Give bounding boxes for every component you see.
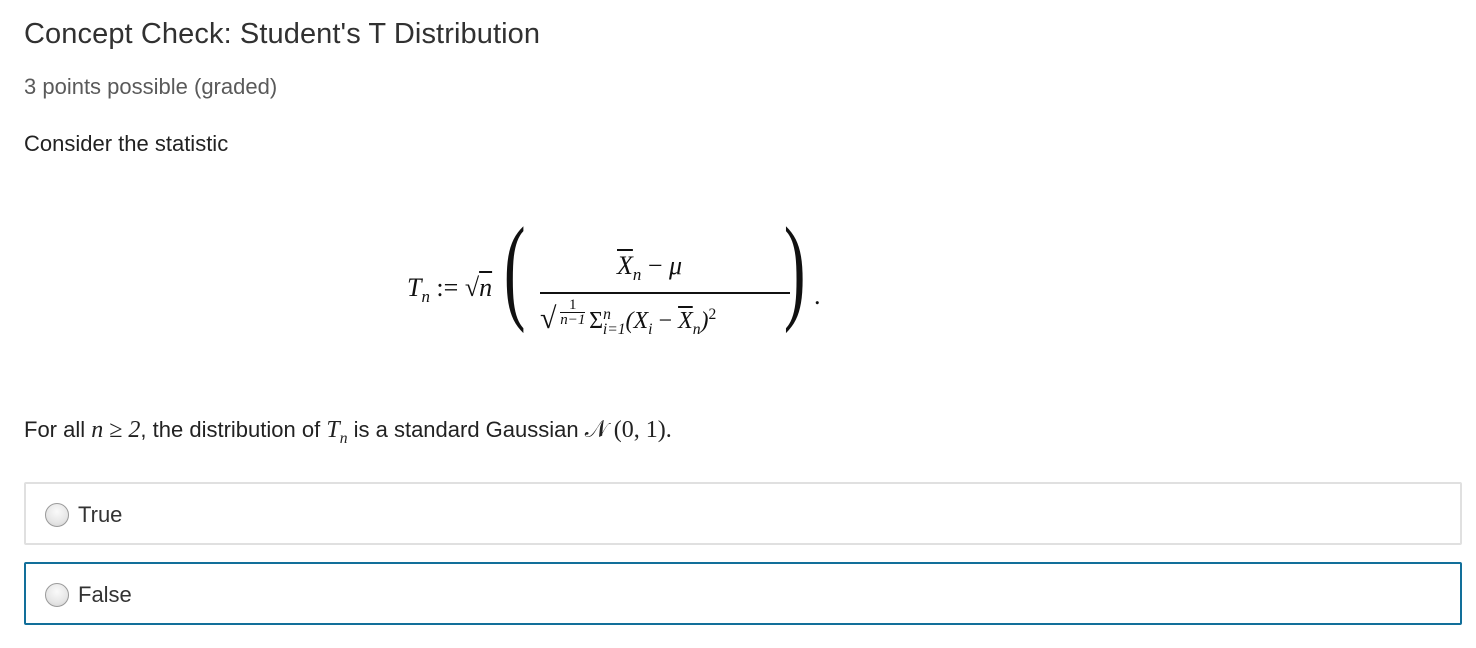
problem-intro: Consider the statistic	[24, 131, 229, 156]
choice-label-true: True	[78, 502, 123, 527]
formula-period: .	[814, 281, 821, 310]
formula-numerator: Xn − μ	[617, 251, 683, 285]
question-prefix: For all	[24, 417, 86, 442]
question-condition: n ≥ 2	[91, 417, 141, 443]
fraction-line	[540, 292, 790, 294]
question-suffix: is a standard Gaussian	[353, 417, 579, 442]
choice-false[interactable]: False	[24, 562, 1462, 625]
formula-lhs: Tn := √n	[407, 273, 493, 307]
formula-denominator: √ 1 n−1 Σni=1(Xi − Xn)2	[540, 297, 717, 338]
radio-button-true[interactable]	[45, 503, 69, 527]
question-distribution: 𝒩 (0, 1).	[584, 417, 672, 443]
question-variable: Tn	[326, 417, 348, 447]
t-statistic-formula: Tn := √n ( Xn − μ √ 1 n−1 Σni=1(Xi − Xn)…	[395, 210, 835, 358]
right-paren: )	[783, 203, 806, 334]
problem-title: Concept Check: Student's T Distribution	[24, 18, 541, 50]
question-text: For all n ≥ 2, the distribution of Tn is…	[24, 417, 672, 448]
choice-label-false: False	[78, 582, 132, 607]
choice-true[interactable]: True	[24, 482, 1462, 545]
radio-button-false[interactable]	[45, 583, 69, 607]
left-paren: (	[503, 203, 526, 334]
points-possible: 3 points possible (graded)	[24, 74, 278, 99]
question-middle: , the distribution of	[140, 417, 321, 442]
